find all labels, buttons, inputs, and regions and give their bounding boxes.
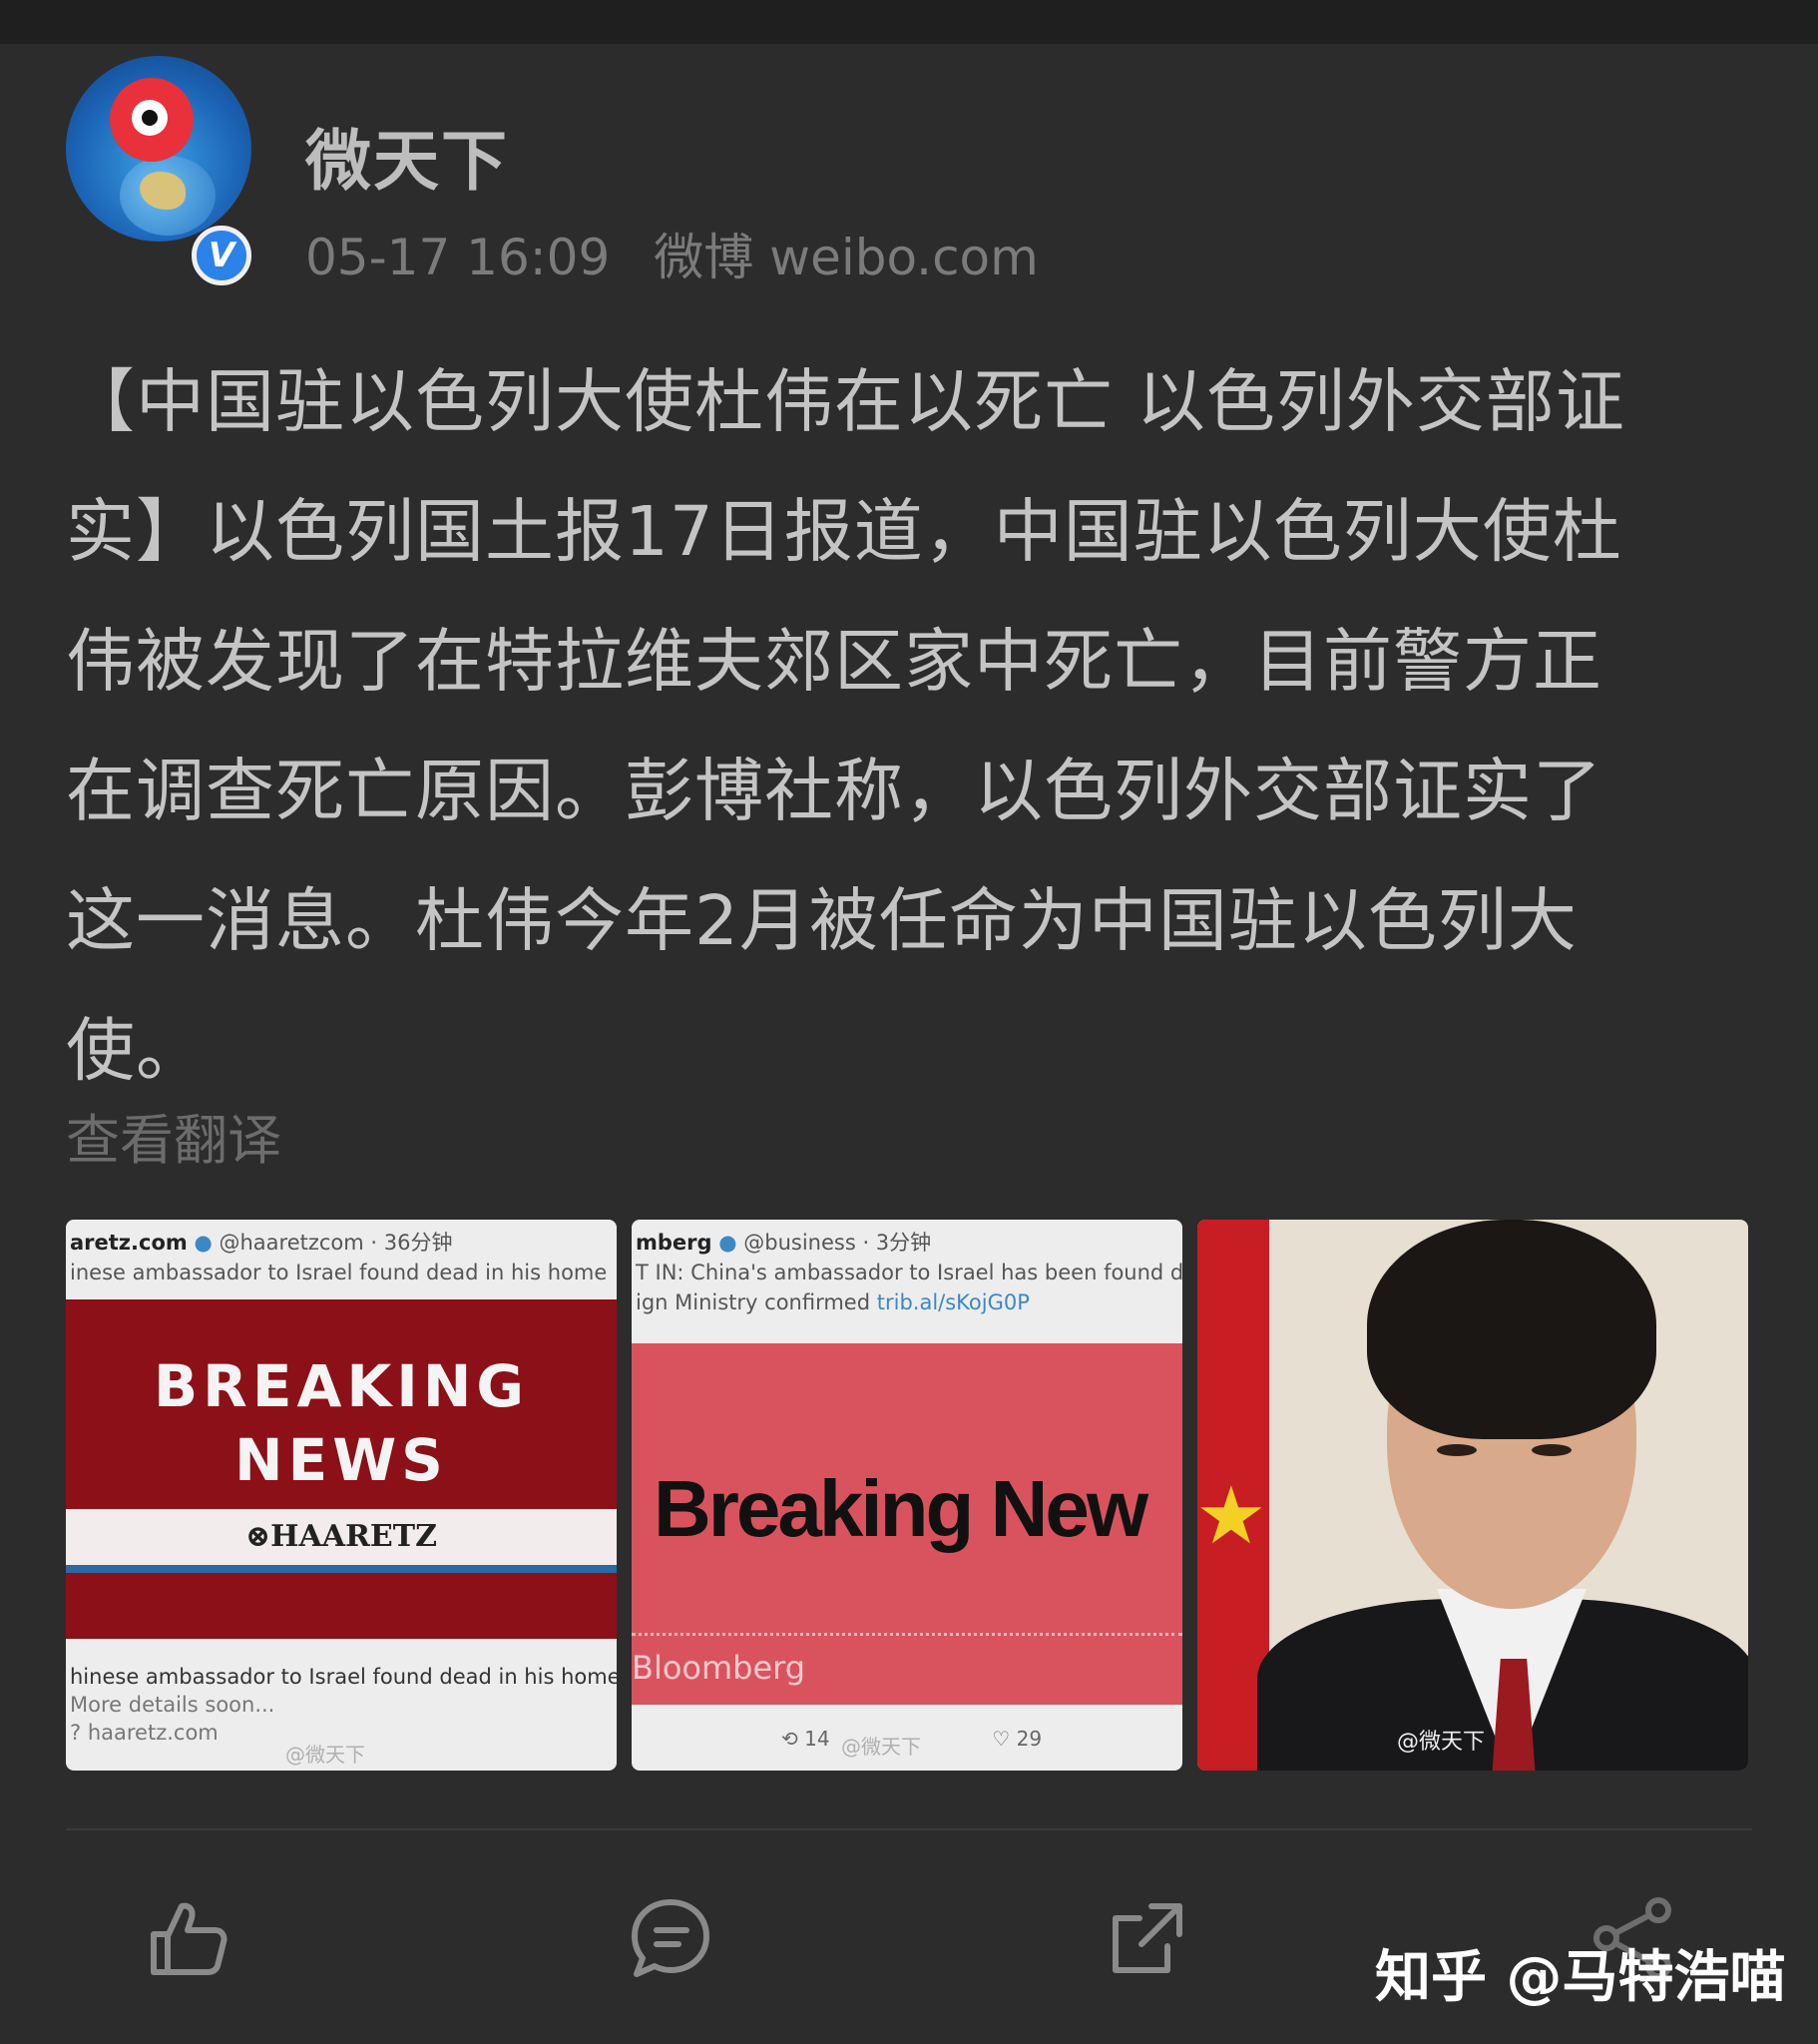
retweet-icon: ⟲	[781, 1727, 798, 1751]
portrait-eye	[1532, 1444, 1572, 1456]
post-content: 【中国驻以色列大使杜伟在以死亡 以色列外交部证 实】以色列国土报17日报道，中国…	[66, 337, 1742, 1116]
comment-icon	[632, 1899, 709, 1977]
tweet-card-footer: hinese ambassador to Israel found dead i…	[70, 1665, 617, 1745]
post-meta: 05-17 16:09 微博 weibo.com	[305, 218, 1039, 289]
breaking-news-banner: BREAKING NEWS ⊗HAARETZ	[66, 1299, 617, 1639]
share-button[interactable]	[1106, 1896, 1189, 1980]
image-thumbnail-bloomberg[interactable]: mberg ● @business · 3分钟 T IN: China's am…	[632, 1220, 1182, 1771]
comment-button[interactable]	[629, 1896, 712, 1980]
content-line: 在调查死亡原因。彭博社称，以色列外交部证实了	[66, 752, 1602, 831]
post-time: 05-17 16:09	[305, 229, 611, 286]
action-bar-divider	[66, 1828, 1752, 1830]
content-line: 【中国驻以色列大使杜伟在以死亡 以色列外交部证	[66, 362, 1625, 442]
news-word: NEWS	[234, 1426, 448, 1494]
haaretz-logo: ⊗HAARETZ	[244, 1519, 438, 1554]
tweet-header: aretz.com ● @haaretzcom · 36分钟 inese amb…	[70, 1231, 608, 1284]
weibo-bird-graphic	[110, 78, 194, 162]
verified-badge-icon: V	[192, 226, 251, 285]
image-watermark: @微天下	[841, 1735, 921, 1759]
image-watermark: @微天下	[1397, 1730, 1486, 1755]
breaking-news-banner: Breaking New Bloomberg	[632, 1343, 1182, 1705]
portrait-eye	[1437, 1444, 1477, 1456]
tweet-header: mberg ● @business · 3分钟 T IN: China's am…	[636, 1231, 1182, 1314]
image-thumbnail-haaretz[interactable]: aretz.com ● @haaretzcom · 36分钟 inese amb…	[66, 1220, 617, 1771]
avatar[interactable]	[66, 56, 251, 242]
content-line: 使。	[66, 1011, 206, 1091]
like-button[interactable]	[146, 1896, 229, 1980]
thumbs-up-icon	[151, 1902, 227, 1975]
status-bar	[0, 0, 1818, 44]
post-source: 微博 weibo.com	[654, 229, 1039, 286]
content-line: 这一消息。杜伟今年2月被任命为中国驻以色列大	[66, 881, 1578, 961]
share-out-icon	[1113, 1903, 1182, 1973]
bloomberg-brand: Bloomberg	[632, 1649, 806, 1687]
portrait-hair	[1367, 1220, 1656, 1439]
content-line: 实】以色列国土报17日报道，中国驻以色列大使杜	[66, 492, 1622, 572]
translate-link[interactable]: 查看翻译	[66, 1096, 281, 1175]
image-watermark: @微天下	[285, 1743, 365, 1767]
breaking-headline: Breaking New	[654, 1464, 1148, 1553]
bird-eye	[132, 100, 168, 136]
flag-star-icon: ★	[1197, 1469, 1267, 1562]
username[interactable]: 微天下	[305, 108, 509, 204]
breaking-word: BREAKING	[153, 1352, 530, 1420]
heart-icon: ♡	[992, 1727, 1011, 1751]
content-line: 伟被发现了在特拉维夫郊区家中死亡，目前警方正	[66, 622, 1602, 702]
zhihu-watermark: 知乎 @马特浩喵	[1375, 1945, 1786, 2010]
image-thumbnail-portrait[interactable]: ★ @微天下	[1197, 1220, 1748, 1771]
